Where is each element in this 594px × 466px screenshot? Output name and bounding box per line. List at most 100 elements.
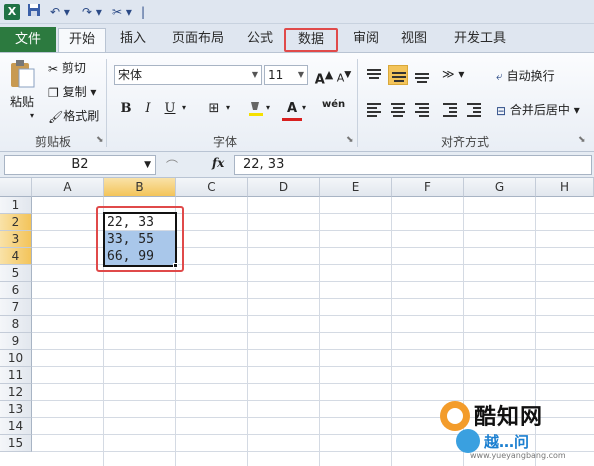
tab-page-layout[interactable]: 页面布局 — [164, 28, 232, 52]
group-divider — [357, 59, 358, 147]
row-header-4[interactable]: 4 — [0, 248, 32, 265]
watermark-url: www.yueyangbang.com — [470, 451, 566, 460]
align-top-icon[interactable] — [364, 65, 384, 85]
tab-home[interactable]: 开始 — [58, 28, 106, 52]
tab-formulas[interactable]: 公式 — [240, 28, 280, 52]
phonetic-button[interactable]: wén — [322, 99, 345, 110]
chevron-down-icon: ▼ — [144, 160, 151, 170]
row-header-12[interactable]: 12 — [0, 384, 32, 401]
tab-data[interactable]: 数据 — [284, 28, 338, 52]
tab-developer[interactable]: 开发工具 — [446, 28, 514, 52]
name-box-value: B2 — [71, 157, 89, 172]
insert-function-icon[interactable]: fx — [212, 156, 224, 170]
tab-review[interactable]: 审阅 — [346, 28, 386, 52]
align-middle-icon[interactable] — [388, 65, 408, 85]
row-header-14[interactable]: 14 — [0, 418, 32, 435]
clipboard-group-label: 剪贴板 — [34, 135, 71, 149]
column-header-f[interactable]: F — [392, 178, 464, 197]
align-center-icon[interactable] — [388, 99, 408, 119]
wrap-text-icon: ⤶ — [496, 69, 503, 83]
paste-icon[interactable] — [8, 59, 36, 92]
qat-menu-icon[interactable]: |▾ — [138, 3, 148, 37]
row-header-3[interactable]: 3 — [0, 231, 32, 248]
orientation-icon[interactable]: ≫ ▾ — [442, 67, 464, 81]
row-header-8[interactable]: 8 — [0, 316, 32, 333]
fill-color-icon[interactable] — [246, 99, 266, 119]
merge-center-label: 合并后居中 — [509, 103, 570, 117]
align-bottom-icon[interactable] — [412, 65, 432, 85]
shrink-font-button[interactable]: A▼ — [334, 65, 354, 85]
row-header-15[interactable]: 15 — [0, 435, 32, 452]
increase-indent-icon[interactable] — [464, 99, 484, 119]
wrap-text-button[interactable]: ⤶ 自动换行 — [496, 67, 555, 84]
font-launcher-icon[interactable]: ⬊ — [346, 135, 354, 145]
row-header-5[interactable]: 5 — [0, 265, 32, 282]
column-header-g[interactable]: G — [464, 178, 536, 197]
column-header-a[interactable]: A — [32, 178, 104, 197]
row-header-1[interactable]: 1 — [0, 197, 32, 214]
merge-center-button[interactable]: ⊟ 合并后居中 ▾ — [496, 101, 580, 118]
redo-icon[interactable]: ↷ ▾ — [78, 3, 106, 21]
tab-view[interactable]: 视图 — [396, 28, 432, 52]
bold-button[interactable]: B — [116, 99, 136, 119]
row-header-13[interactable]: 13 — [0, 401, 32, 418]
alignment-launcher-icon[interactable]: ⬊ — [578, 135, 586, 145]
column-header-d[interactable]: D — [248, 178, 320, 197]
font-color-button[interactable]: A — [282, 99, 302, 121]
row-header-10[interactable]: 10 — [0, 350, 32, 367]
customize-icon[interactable]: ✂ ▾ — [110, 3, 134, 21]
fill-color-dropdown-icon[interactable]: ▾ — [266, 103, 270, 112]
copy-button[interactable]: ❐ 复制 ▾ — [48, 83, 96, 100]
clipboard-launcher-icon[interactable]: ⬊ — [96, 135, 104, 145]
wrap-text-label: 自动换行 — [506, 69, 555, 83]
cut-label: 剪切 — [61, 61, 86, 75]
align-left-icon[interactable] — [364, 99, 384, 119]
row-header-9[interactable]: 9 — [0, 333, 32, 350]
row-header-2[interactable]: 2 — [0, 214, 32, 231]
fill-handle[interactable] — [173, 263, 178, 268]
font-size-value: 11 — [268, 68, 284, 82]
watermark-logo-icon — [440, 401, 470, 431]
formula-bar: B2 ▼ ⌒ fx 22, 33 — [0, 152, 594, 178]
column-header-h[interactable]: H — [536, 178, 594, 197]
alignment-group-label: 对齐方式 — [440, 135, 489, 149]
column-header-e[interactable]: E — [320, 178, 392, 197]
column-header-b[interactable]: B — [104, 178, 176, 197]
underline-button[interactable]: U — [160, 99, 180, 119]
watermark-subtitle: 越…问 — [484, 433, 530, 451]
font-color-dropdown-icon[interactable]: ▾ — [302, 103, 306, 112]
borders-icon[interactable]: ⊞ — [204, 99, 224, 119]
save-icon[interactable] — [26, 3, 42, 21]
chevron-down-icon: ▼ — [297, 70, 304, 79]
formula-input[interactable]: 22, 33 — [234, 155, 592, 175]
font-name-select[interactable]: 宋体 ▼ — [114, 65, 262, 85]
font-size-select[interactable]: 11 ▼ — [264, 65, 308, 85]
italic-button[interactable]: I — [138, 99, 158, 119]
align-right-icon[interactable] — [412, 99, 432, 119]
scissors-icon: ✂ — [48, 61, 59, 76]
paste-dropdown-icon[interactable]: ▾ — [30, 111, 34, 120]
name-box[interactable]: B2 ▼ — [4, 155, 156, 175]
select-all-corner[interactable] — [0, 178, 32, 197]
column-header-c[interactable]: C — [176, 178, 248, 197]
ribbon-tabs: 文件 开始 插入 页面布局 公式 数据 审阅 视图 开发工具 — [0, 24, 594, 52]
paste-button[interactable]: 粘贴 — [10, 93, 34, 110]
tab-insert[interactable]: 插入 — [112, 28, 154, 52]
undo-icon[interactable]: ↶ ▾ — [46, 3, 74, 21]
watermark: 酷知网 越…问 www.yueyangbang.com — [436, 395, 594, 466]
font-group-label: 字体 — [212, 135, 237, 149]
underline-dropdown-icon[interactable]: ▾ — [182, 103, 186, 112]
font-name-value: 宋体 — [118, 68, 143, 82]
grow-font-label: A — [314, 72, 325, 88]
formula-bar-resize-icon[interactable]: ⌒ — [166, 157, 178, 174]
row-header-11[interactable]: 11 — [0, 367, 32, 384]
row-header-6[interactable]: 6 — [0, 282, 32, 299]
cut-button[interactable]: ✂ 剪切 — [48, 59, 86, 76]
tab-file[interactable]: 文件 — [0, 27, 56, 52]
decrease-indent-icon[interactable] — [440, 99, 460, 119]
row-header-7[interactable]: 7 — [0, 299, 32, 316]
borders-dropdown-icon[interactable]: ▾ — [226, 103, 230, 112]
format-painter-button[interactable]: 🖌格式刷 — [48, 107, 99, 124]
grow-font-button[interactable]: A▲ — [314, 65, 334, 88]
grid-line — [32, 298, 594, 299]
